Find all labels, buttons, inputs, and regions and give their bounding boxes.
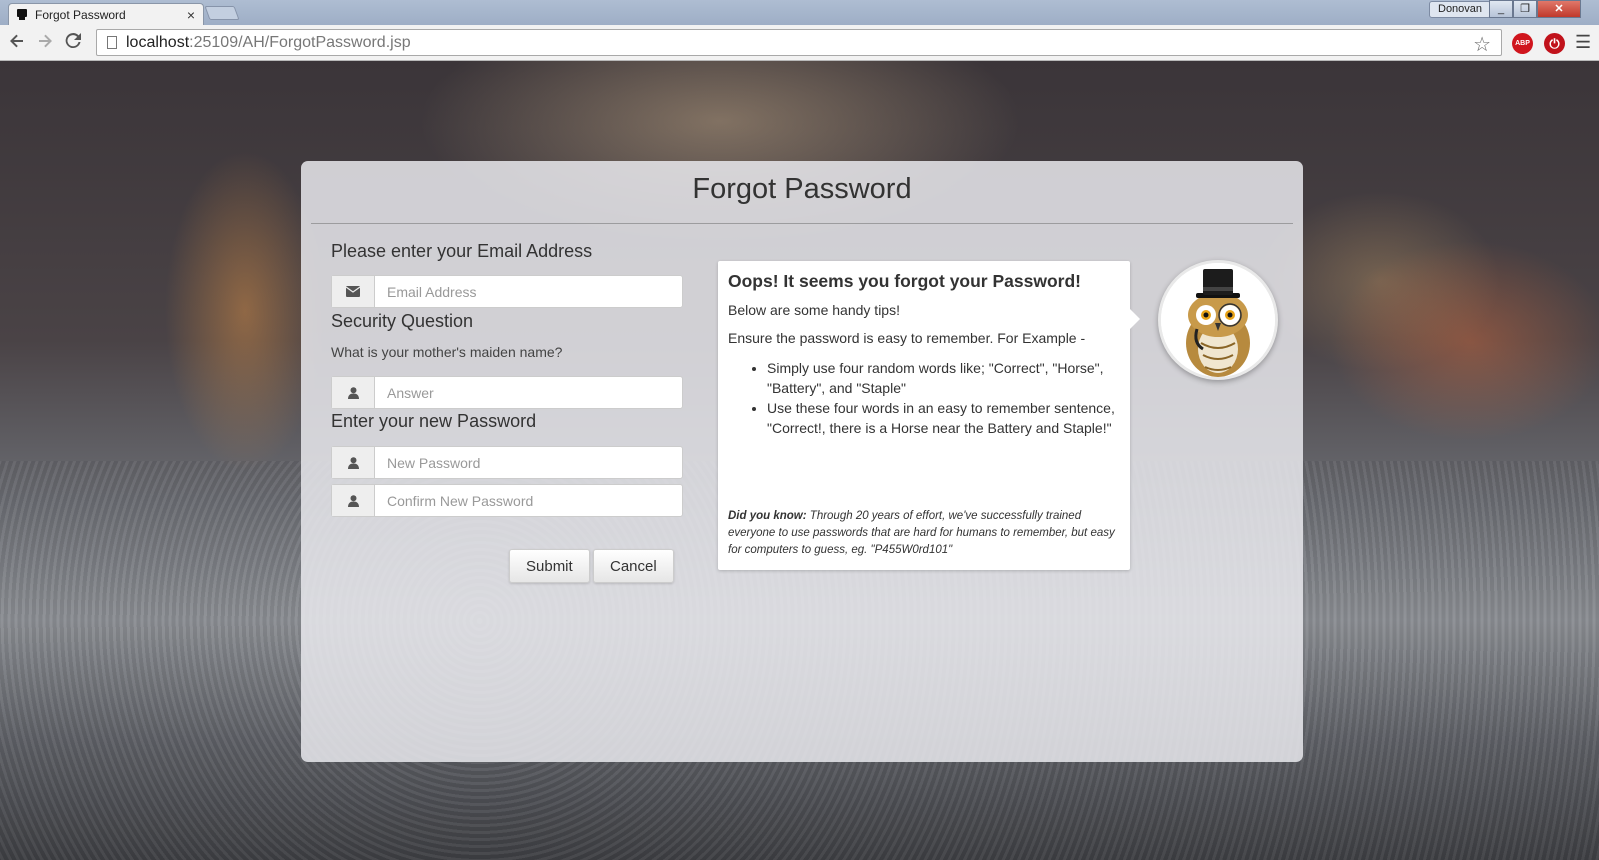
forgot-password-panel: Forgot Password Please enter your Email … — [301, 161, 1303, 762]
profile-button[interactable]: Donovan — [1429, 1, 1492, 18]
new-password-input[interactable] — [375, 447, 682, 478]
confirm-password-input[interactable] — [375, 485, 682, 516]
new-password-input-group — [331, 446, 683, 479]
answer-input-group — [331, 376, 683, 409]
new-tab-button[interactable] — [204, 6, 240, 20]
security-question-text: What is your mother's maiden name? — [331, 344, 563, 360]
tips-list: Simply use four random words like; "Corr… — [767, 358, 1120, 438]
user-icon — [332, 447, 375, 478]
star-icon[interactable]: ☆ — [1473, 32, 1491, 57]
submit-button[interactable]: Submit — [509, 549, 590, 583]
tips-list-item: Use these four words in an easy to remem… — [767, 398, 1120, 438]
page-title: Forgot Password — [692, 173, 912, 205]
email-input[interactable] — [375, 276, 682, 307]
ublock-icon[interactable]: ⏻ — [1544, 33, 1565, 54]
tips-heading: Oops! It seems you forgot your Password! — [728, 271, 1081, 291]
email-heading: Please enter your Email Address — [331, 241, 593, 261]
did-you-know-label: Did you know: — [728, 510, 807, 522]
cancel-button[interactable]: Cancel — [593, 549, 674, 583]
forward-arrow-icon[interactable] — [34, 32, 56, 54]
restore-icon[interactable]: ❐ — [1513, 0, 1537, 18]
minimize-icon[interactable]: _ — [1489, 0, 1513, 18]
browser-tab-bar: Forgot Password × Donovan _ ❐ ✕ — [0, 0, 1599, 25]
tips-intro: Below are some handy tips! — [728, 302, 900, 318]
user-icon — [332, 377, 375, 408]
title-divider — [311, 223, 1293, 224]
tab-title: Forgot Password — [35, 7, 126, 22]
owl-with-top-hat-icon — [1161, 263, 1275, 377]
tab-favicon-icon — [17, 8, 27, 21]
security-question-heading: Security Question — [331, 311, 474, 331]
email-input-group — [331, 275, 683, 308]
back-arrow-icon[interactable] — [6, 32, 28, 54]
answer-input[interactable] — [375, 377, 682, 408]
user-icon — [332, 485, 375, 516]
new-password-heading: Enter your new Password — [331, 411, 537, 431]
tips-list-item: Simply use four random words like; "Corr… — [767, 358, 1120, 398]
browser-tab[interactable]: Forgot Password × — [8, 3, 204, 25]
browser-toolbar: localhost:25109/AH/ForgotPassword.jsp ☆ … — [0, 25, 1599, 61]
page-icon — [107, 36, 117, 49]
url-text: localhost:25109/AH/ForgotPassword.jsp — [126, 33, 411, 51]
owl-avatar — [1158, 260, 1278, 380]
reload-icon[interactable] — [62, 32, 84, 54]
adblock-icon[interactable]: ABP — [1512, 33, 1533, 54]
window-close-icon[interactable]: ✕ — [1537, 0, 1581, 18]
tab-close-icon[interactable]: × — [187, 7, 195, 23]
tips-example-intro: Ensure the password is easy to remember.… — [728, 330, 1086, 346]
confirm-password-input-group — [331, 484, 683, 517]
did-you-know-note: Did you know: Through 20 years of effort… — [728, 508, 1120, 559]
menu-icon[interactable]: ☰ — [1575, 32, 1591, 53]
envelope-icon — [332, 276, 375, 307]
password-tips-box: Oops! It seems you forgot your Password!… — [718, 261, 1140, 570]
address-bar[interactable]: localhost:25109/AH/ForgotPassword.jsp ☆ — [96, 29, 1502, 56]
